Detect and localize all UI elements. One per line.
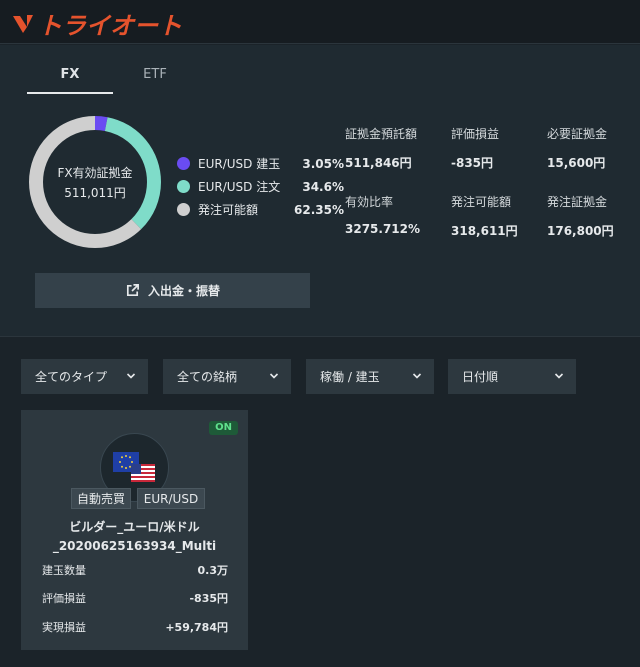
chevron-down-icon	[554, 373, 564, 379]
tab-fx[interactable]: FX	[27, 67, 113, 82]
legend-value: 34.6%	[302, 179, 344, 194]
metric-value: 318,611円	[451, 224, 518, 238]
effective-margin-label: FX有効証拠金	[57, 166, 133, 180]
metric-label: 発注証拠金	[547, 195, 608, 209]
metric-value: 15,600円	[547, 156, 606, 170]
active-tab-indicator	[27, 92, 113, 94]
metric-label: 証拠金預託額	[345, 127, 418, 141]
legend-dot-position	[177, 157, 190, 170]
us-flag-icon	[131, 464, 155, 482]
metric-available: 発注可能額 318,611円	[451, 193, 561, 239]
metric-label: 有効比率	[345, 195, 394, 209]
deposit-transfer-button[interactable]: 入出金・振替	[35, 273, 310, 308]
legend-dot-available	[177, 203, 190, 216]
logo[interactable]: トライオート	[10, 6, 182, 41]
currency-pair-tag: EUR/USD	[137, 488, 205, 509]
card-row-realized-pl: 実現損益 +59,784円	[42, 619, 228, 635]
strategy-title: ビルダー_ユーロ/米ドル _20200625163934_Multi	[21, 518, 248, 556]
legend-item: EUR/USD 建玉 3.05%	[177, 152, 344, 175]
status-badge: ON	[209, 421, 238, 435]
legend-value: 62.35%	[294, 202, 344, 217]
legend-label: 発注可能額	[198, 203, 259, 217]
filter-type-label: 全てのタイプ	[35, 370, 108, 384]
row-label: 建玉数量	[42, 564, 86, 577]
row-value: -835円	[189, 592, 228, 605]
legend-item: EUR/USD 注文 34.6%	[177, 175, 344, 198]
strategy-card[interactable]: ON 自動売買 EUR/USD ビルダー_ユーロ/米ドル _2020062516…	[21, 410, 248, 650]
row-value: +59,784円	[165, 621, 228, 634]
metric-unrealized-pl: 評価損益 -835円	[451, 125, 561, 171]
app-header: トライオート	[0, 0, 640, 44]
effective-margin-value: 511,011円	[64, 186, 126, 200]
row-label: 実現損益	[42, 621, 86, 634]
filter-symbol-select[interactable]: 全ての銘柄	[163, 359, 291, 394]
summary-panel: FX ETF FX有効証拠金 511,011円 EUR/USD 建玉 3.05%…	[0, 45, 640, 337]
donut-legend: EUR/USD 建玉 3.05% EUR/USD 注文 34.6% 発注可能額 …	[177, 152, 344, 221]
deposit-transfer-label: 入出金・振替	[147, 284, 220, 298]
tab-etf[interactable]: ETF	[112, 67, 198, 82]
metric-value: -835円	[451, 156, 494, 170]
filter-type-select[interactable]: 全てのタイプ	[21, 359, 148, 394]
metric-value: 3275.712%	[345, 222, 421, 236]
logo-mark-icon	[13, 14, 33, 33]
metric-label: 必要証拠金	[547, 127, 608, 141]
metric-value: 511,846円	[345, 156, 412, 170]
chevron-down-icon	[269, 373, 279, 379]
filter-sort-label: 日付順	[462, 370, 499, 384]
legend-dot-order	[177, 180, 190, 193]
filter-sort-select[interactable]: 日付順	[448, 359, 576, 394]
filter-symbol-label: 全ての銘柄	[177, 370, 238, 384]
metric-effective-ratio: 有効比率 3275.712%	[345, 193, 455, 236]
metric-order-margin: 発注証拠金 176,800円	[547, 193, 640, 239]
metric-label: 評価損益	[451, 127, 500, 141]
filter-status-select[interactable]: 稼働 / 建玉	[306, 359, 434, 394]
card-row-position-qty: 建玉数量 0.3万	[42, 562, 228, 578]
logo-text: トライオート	[38, 12, 182, 40]
chevron-down-icon	[412, 373, 422, 379]
metric-deposit: 証拠金預託額 511,846円	[345, 125, 455, 171]
chevron-down-icon	[126, 373, 136, 379]
filter-status-label: 稼働 / 建玉	[320, 370, 380, 384]
metric-required-margin: 必要証拠金 15,600円	[547, 125, 640, 171]
filter-bar: 全てのタイプ 全ての銘柄 稼働 / 建玉 日付順	[0, 359, 640, 395]
external-link-icon	[126, 284, 139, 297]
row-value: 0.3万	[197, 564, 229, 577]
metric-label: 発注可能額	[451, 195, 512, 209]
legend-label: EUR/USD 注文	[198, 180, 281, 194]
legend-item: 発注可能額 62.35%	[177, 198, 344, 221]
row-label: 評価損益	[42, 592, 86, 605]
donut-center-label: FX有効証拠金 511,011円	[27, 163, 163, 203]
metric-value: 176,800円	[547, 224, 614, 238]
strategy-title-line1: ビルダー_ユーロ/米ドル	[69, 520, 200, 534]
auto-trade-tag: 自動売買	[71, 488, 131, 509]
legend-value: 3.05%	[302, 156, 344, 171]
card-row-unrealized-pl: 評価損益 -835円	[42, 590, 228, 606]
legend-label: EUR/USD 建玉	[198, 157, 281, 171]
strategy-title-line2: _20200625163934_Multi	[52, 539, 217, 553]
